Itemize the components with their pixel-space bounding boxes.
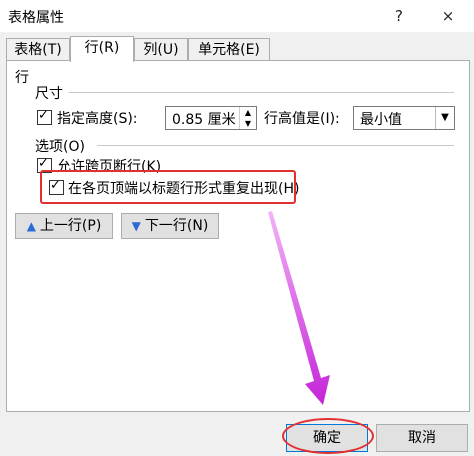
stepper-arrows: ▲ ▼ bbox=[239, 107, 256, 129]
highlight-ellipse bbox=[282, 418, 374, 454]
cancel-button[interactable]: 取消 bbox=[376, 424, 468, 452]
options-divider bbox=[97, 145, 454, 146]
options-group-title: 选项(O) bbox=[35, 139, 85, 155]
height-rule-select[interactable]: 最小值 ▼ bbox=[353, 106, 455, 130]
height-value: 0.85 厘米 bbox=[172, 112, 236, 128]
specify-height-label: 指定高度(S): bbox=[57, 111, 138, 127]
help-button[interactable]: ? bbox=[388, 6, 410, 26]
tab-cell[interactable]: 单元格(E) bbox=[188, 38, 270, 61]
arrow-up-icon: ▲ bbox=[26, 219, 36, 233]
next-row-label: 下一行(N) bbox=[144, 218, 209, 234]
window-title: 表格属性 bbox=[8, 10, 64, 26]
row-tab-panel: 行 尺寸 ✓ 指定高度(S): 0.85 厘米 ▲ ▼ 行高值是(I): 最小值… bbox=[6, 60, 470, 412]
height-rule-value: 最小值 bbox=[360, 112, 402, 128]
height-stepper[interactable]: 0.85 厘米 ▲ ▼ bbox=[165, 106, 257, 130]
specify-height-checkbox[interactable]: ✓ bbox=[37, 108, 52, 125]
size-divider bbox=[69, 92, 454, 93]
size-group-title: 尺寸 bbox=[35, 86, 63, 102]
arrow-down-icon: ▼ bbox=[131, 219, 141, 233]
checkmark-icon: ✓ bbox=[38, 108, 49, 123]
chevron-down-icon[interactable]: ▼ bbox=[435, 107, 454, 129]
stepper-up-icon[interactable]: ▲ bbox=[240, 107, 256, 118]
highlight-box bbox=[40, 170, 296, 204]
close-button[interactable]: × bbox=[437, 6, 459, 26]
tab-table[interactable]: 表格(T) bbox=[6, 38, 70, 61]
row-section-title: 行 bbox=[15, 70, 29, 86]
tab-column[interactable]: 列(U) bbox=[134, 38, 188, 61]
title-bar: 表格属性 ? × bbox=[0, 0, 474, 32]
tab-row[interactable]: 行(R) bbox=[70, 36, 134, 62]
stepper-down-icon[interactable]: ▼ bbox=[240, 118, 256, 129]
next-row-button[interactable]: ▼ 下一行(N) bbox=[121, 213, 219, 239]
previous-row-label: 上一行(P) bbox=[39, 218, 102, 234]
height-rule-label: 行高值是(I): bbox=[264, 111, 340, 127]
previous-row-button[interactable]: ▲ 上一行(P) bbox=[15, 213, 113, 239]
checkmark-icon: ✓ bbox=[38, 156, 49, 171]
